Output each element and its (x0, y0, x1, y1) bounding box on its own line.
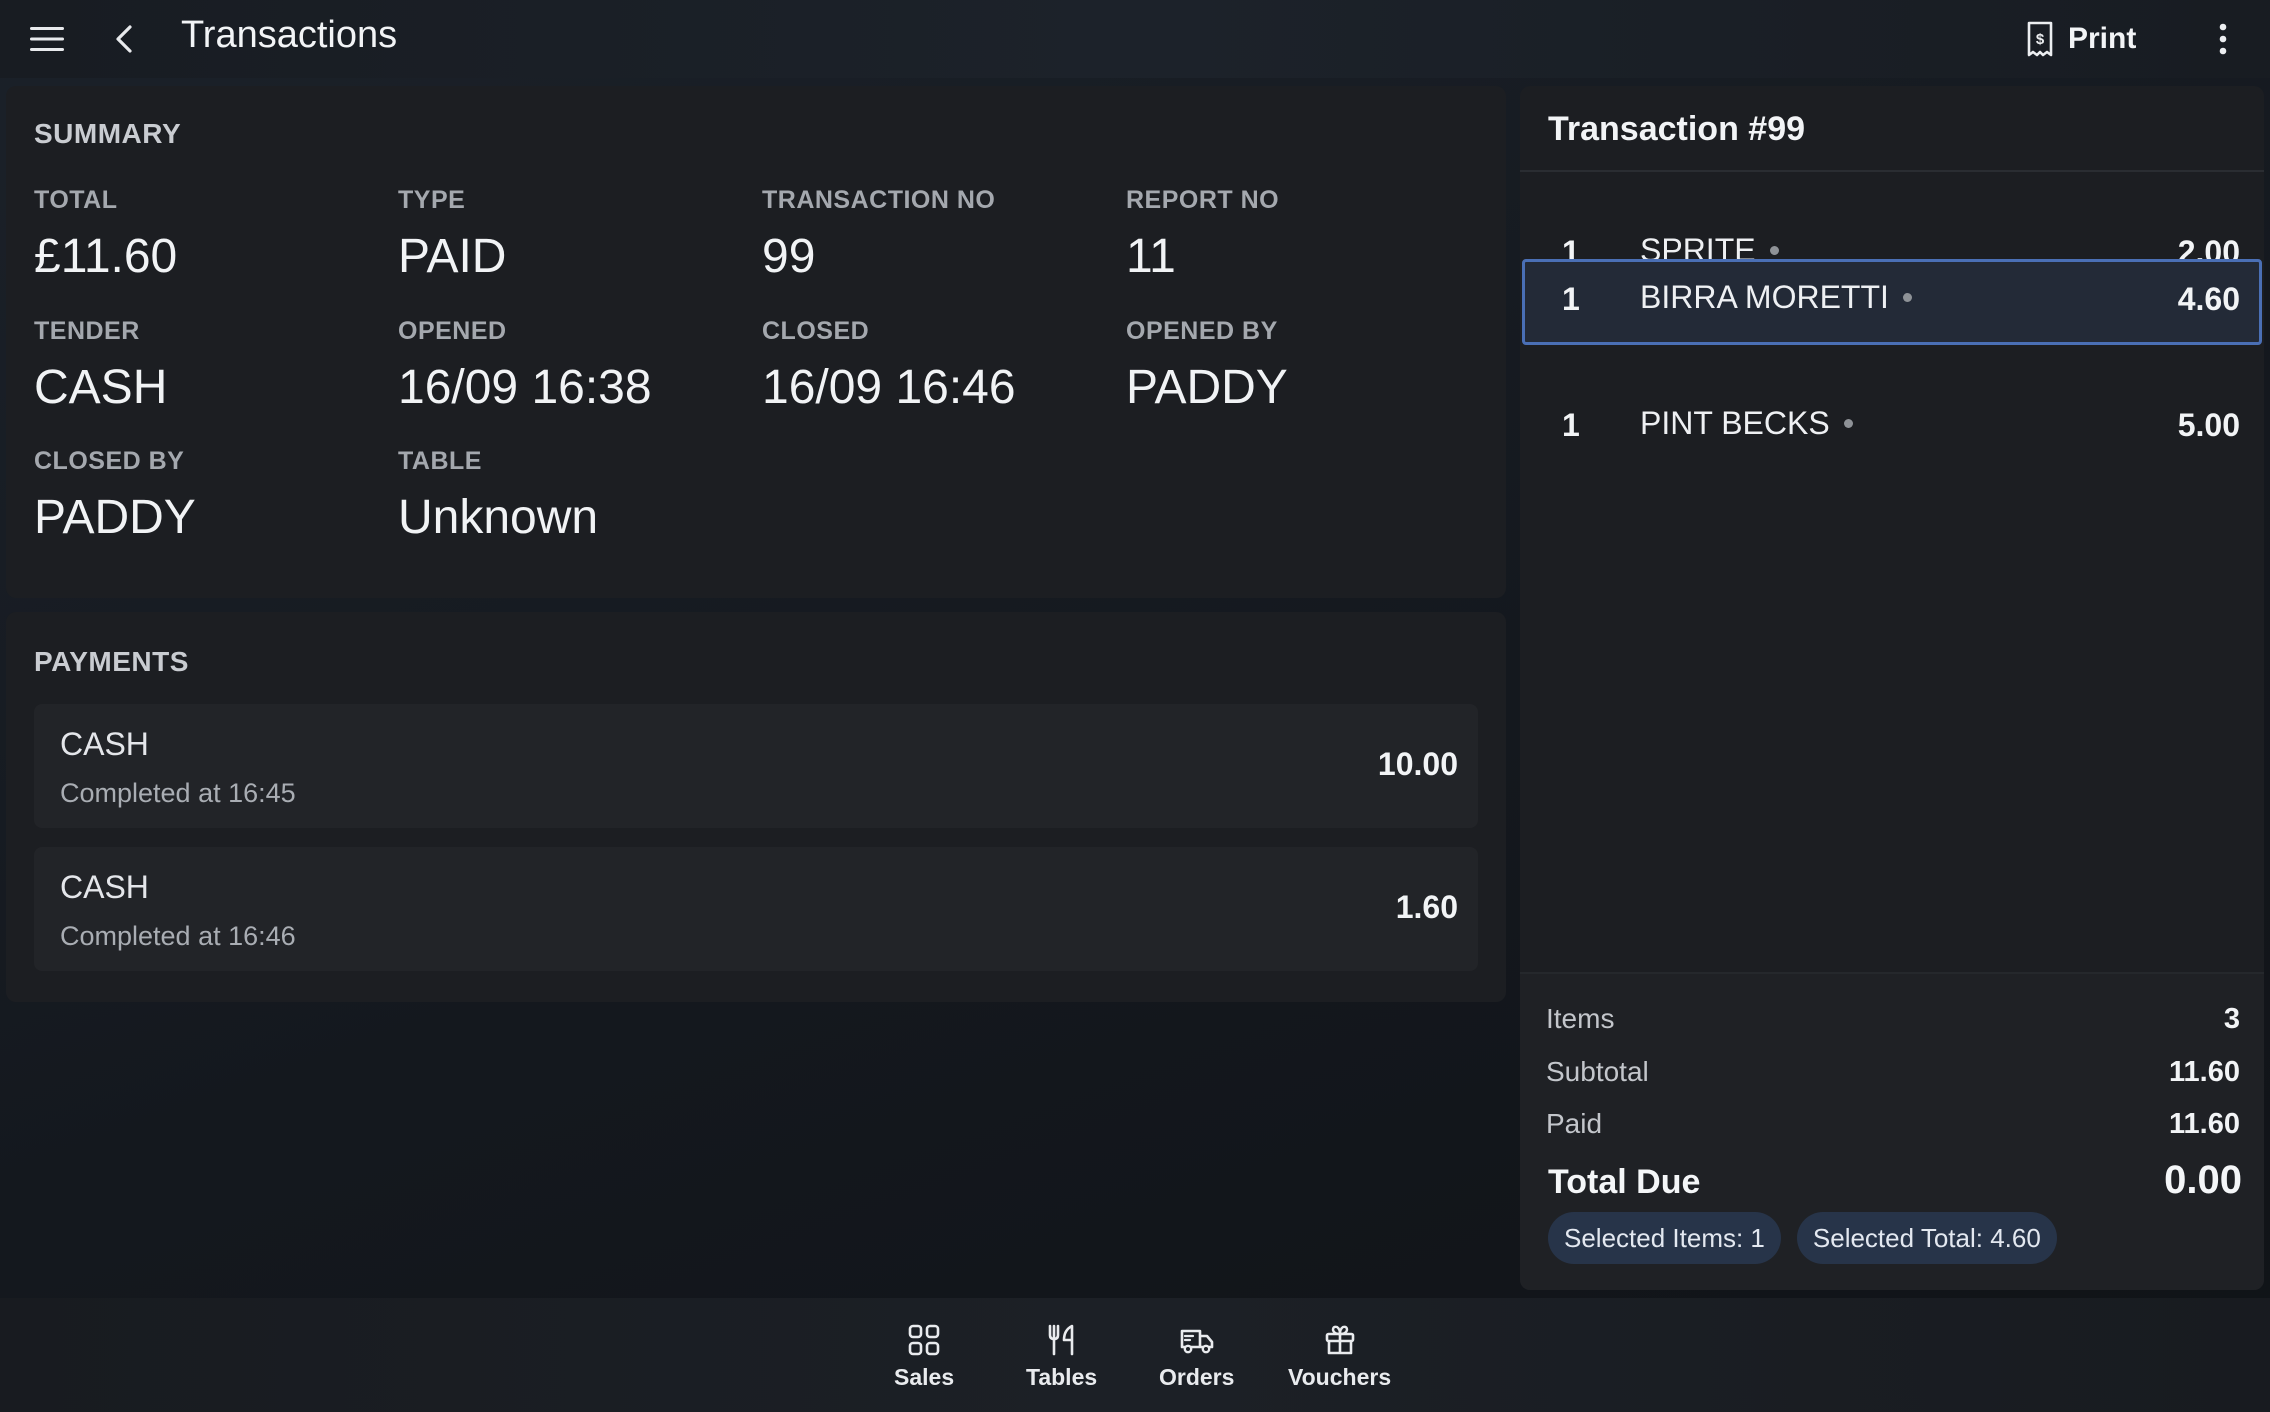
items-count-value: 3 (2223, 1003, 2240, 1035)
top-app-bar: Transactions $ Print (0, 0, 2270, 78)
nav-label: Orders (1159, 1364, 1235, 1390)
line-item-name-wrap: PINT BECKS (1640, 405, 1853, 442)
status-dot-icon (1902, 293, 1912, 302)
selected-total-chip[interactable]: Selected Total: 4.60 (1796, 1212, 2057, 1264)
summary-tender: TENDER CASH (34, 317, 167, 415)
nav-label: Sales (894, 1364, 955, 1390)
field-value: 99 (762, 230, 816, 283)
field-value: PAID (398, 230, 507, 283)
field-value: 16/09 16:46 (762, 361, 1016, 414)
payments-title: PAYMENTS (34, 646, 189, 677)
nav-vouchers[interactable]: Vouchers (1288, 1324, 1391, 1391)
selected-items-chip[interactable]: Selected Items: 1 (1548, 1212, 1781, 1264)
print-label: Print (2068, 22, 2137, 55)
summary-title: SUMMARY (34, 118, 182, 149)
summary-panel: SUMMARY TOTAL £11.60 TYPE PAID TRANSACTI… (6, 86, 1506, 598)
line-item-name: PINT BECKS (1640, 405, 1830, 441)
field-label: CLOSED BY (34, 447, 185, 475)
items-count-label: Items (1546, 1003, 1615, 1034)
summary-transaction-no: TRANSACTION NO 99 (762, 186, 995, 284)
menu-button[interactable] (22, 19, 72, 59)
more-options-button[interactable] (2200, 16, 2246, 62)
payments-panel: PAYMENTS CASH Completed at 16:45 10.00 C… (6, 612, 1506, 1002)
bottom-navigation: Sales Tables Orders Vouchers (0, 1298, 2270, 1412)
field-value: PADDY (1126, 361, 1288, 414)
payment-status: Completed at 16:46 (60, 921, 296, 951)
field-value: CASH (34, 361, 168, 414)
nav-orders[interactable]: Orders (1159, 1324, 1234, 1391)
page-title: Transactions (181, 14, 398, 56)
status-dot-icon (1769, 246, 1779, 255)
more-vertical-icon (2219, 23, 2227, 55)
field-label: TRANSACTION NO (762, 186, 996, 214)
total-due-row: Total Due 0.00 (1548, 1158, 2242, 1203)
field-label: TYPE (398, 186, 466, 214)
field-label: OPENED (398, 317, 507, 345)
nav-label: Vouchers (1288, 1364, 1392, 1390)
field-value: £11.60 (34, 230, 178, 283)
payment-method: CASH (60, 869, 149, 905)
summary-table: TABLE Unknown (398, 447, 598, 545)
field-value: 11 (1126, 230, 1176, 283)
field-label: TENDER (34, 317, 140, 345)
paid-row: Paid 11.60 (1546, 1108, 2240, 1141)
summary-type: TYPE PAID (398, 186, 506, 284)
line-item-qty: 1 (1562, 407, 1580, 443)
print-button[interactable]: $ Print (2026, 14, 2136, 64)
line-item-qty: 1 (1562, 281, 1580, 317)
field-label: CLOSED (762, 317, 870, 345)
summary-closed: CLOSED 16/09 16:46 (762, 317, 1016, 415)
summary-opened: OPENED 16/09 16:38 (398, 317, 652, 415)
subtotal-label: Subtotal (1546, 1056, 1649, 1087)
field-label: OPENED BY (1126, 317, 1278, 345)
transaction-title: Transaction #99 (1548, 110, 1806, 148)
field-value: PADDY (34, 491, 196, 544)
nav-sales[interactable]: Sales (894, 1324, 954, 1391)
summary-report-no: REPORT NO 11 (1126, 186, 1279, 284)
chevron-left-icon (116, 25, 132, 53)
field-value: Unknown (398, 491, 599, 544)
receipt-icon: $ (2027, 21, 2053, 57)
summary-closed-by: CLOSED BY PADDY (34, 447, 196, 545)
nav-tables[interactable]: Tables (1026, 1324, 1097, 1391)
payment-status: Completed at 16:45 (60, 778, 296, 808)
line-item-selected[interactable]: 1 BIRRA MORETTI 4.60 (1522, 259, 2262, 345)
payment-amount: 10.00 (1377, 746, 1458, 782)
line-item-price: 4.60 (2177, 281, 2240, 317)
line-item-price: 5.00 (2177, 407, 2240, 443)
delivery-truck-icon (1180, 1329, 1214, 1354)
subtotal-row: Subtotal 11.60 (1546, 1056, 2240, 1089)
payment-row[interactable]: CASH Completed at 16:46 1.60 (34, 847, 1478, 971)
line-item-name-wrap: BIRRA MORETTI (1640, 279, 1912, 316)
paid-label: Paid (1546, 1108, 1603, 1139)
menu-icon (30, 27, 64, 51)
svg-text:$: $ (2036, 31, 2045, 48)
grid-icon (908, 1324, 940, 1356)
summary-total: TOTAL £11.60 (34, 186, 177, 284)
items-count-row: Items 3 (1546, 1003, 2240, 1036)
subtotal-value: 11.60 (2169, 1056, 2240, 1088)
gift-icon (1325, 1325, 1354, 1355)
divider (1520, 170, 2264, 172)
total-due-value: 0.00 (2164, 1158, 2242, 1202)
status-dot-icon (1843, 419, 1853, 428)
cutlery-icon (1048, 1324, 1073, 1356)
line-item-name: BIRRA MORETTI (1640, 279, 1889, 315)
payment-method: CASH (60, 726, 149, 762)
total-due-label: Total Due (1548, 1163, 1701, 1201)
nav-label: Tables (1026, 1364, 1098, 1390)
field-label: TABLE (398, 447, 482, 475)
field-value: 16/09 16:38 (398, 361, 652, 414)
line-item[interactable]: 1 PINT BECKS 5.00 (1522, 385, 2262, 469)
payment-amount: 1.60 (1395, 889, 1458, 925)
selection-chips: Selected Items: 1 Selected Total: 4.60 (1548, 1212, 2057, 1264)
payment-row[interactable]: CASH Completed at 16:45 10.00 (34, 704, 1478, 828)
summary-opened-by: OPENED BY PADDY (1126, 317, 1288, 415)
back-button[interactable] (102, 19, 146, 59)
field-label: TOTAL (34, 186, 118, 214)
paid-value: 11.60 (2169, 1108, 2240, 1140)
field-label: REPORT NO (1126, 186, 1280, 214)
